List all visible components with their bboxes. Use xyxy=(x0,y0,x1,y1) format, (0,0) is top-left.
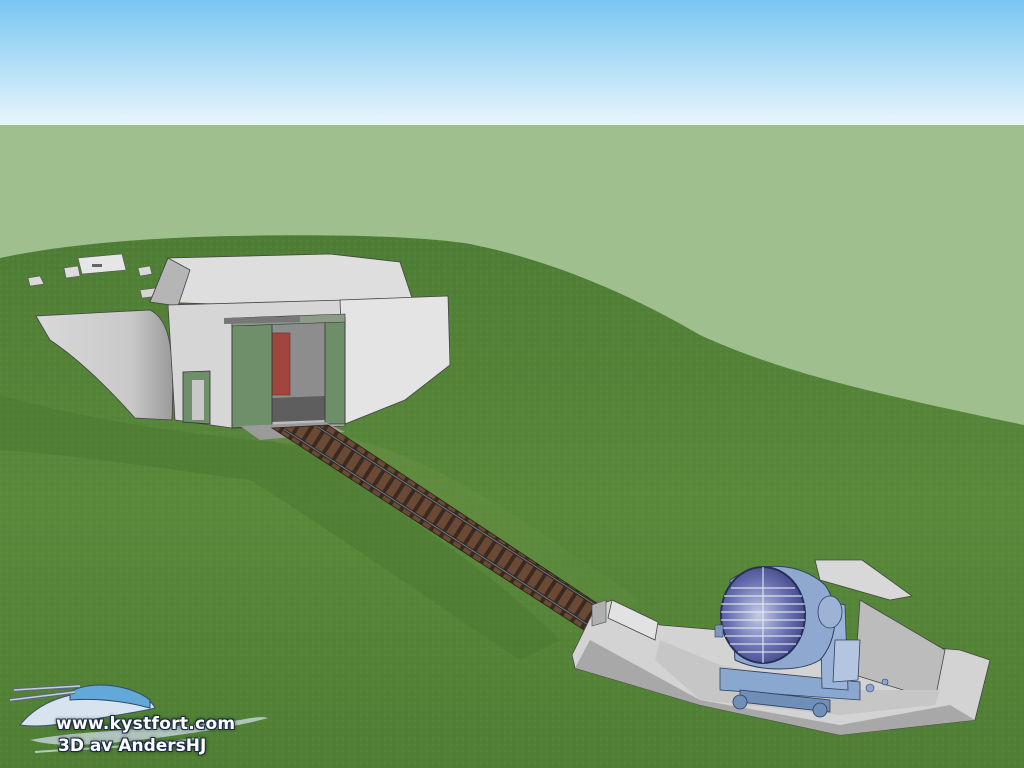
watermark-url: www.kystfort.com xyxy=(56,714,236,734)
sky xyxy=(0,0,1024,125)
scene xyxy=(0,0,1024,768)
watermark: www.kystfort.com 3D av AndersHJ xyxy=(6,678,276,766)
watermark-credit: 3D av AndersHJ xyxy=(58,736,207,756)
